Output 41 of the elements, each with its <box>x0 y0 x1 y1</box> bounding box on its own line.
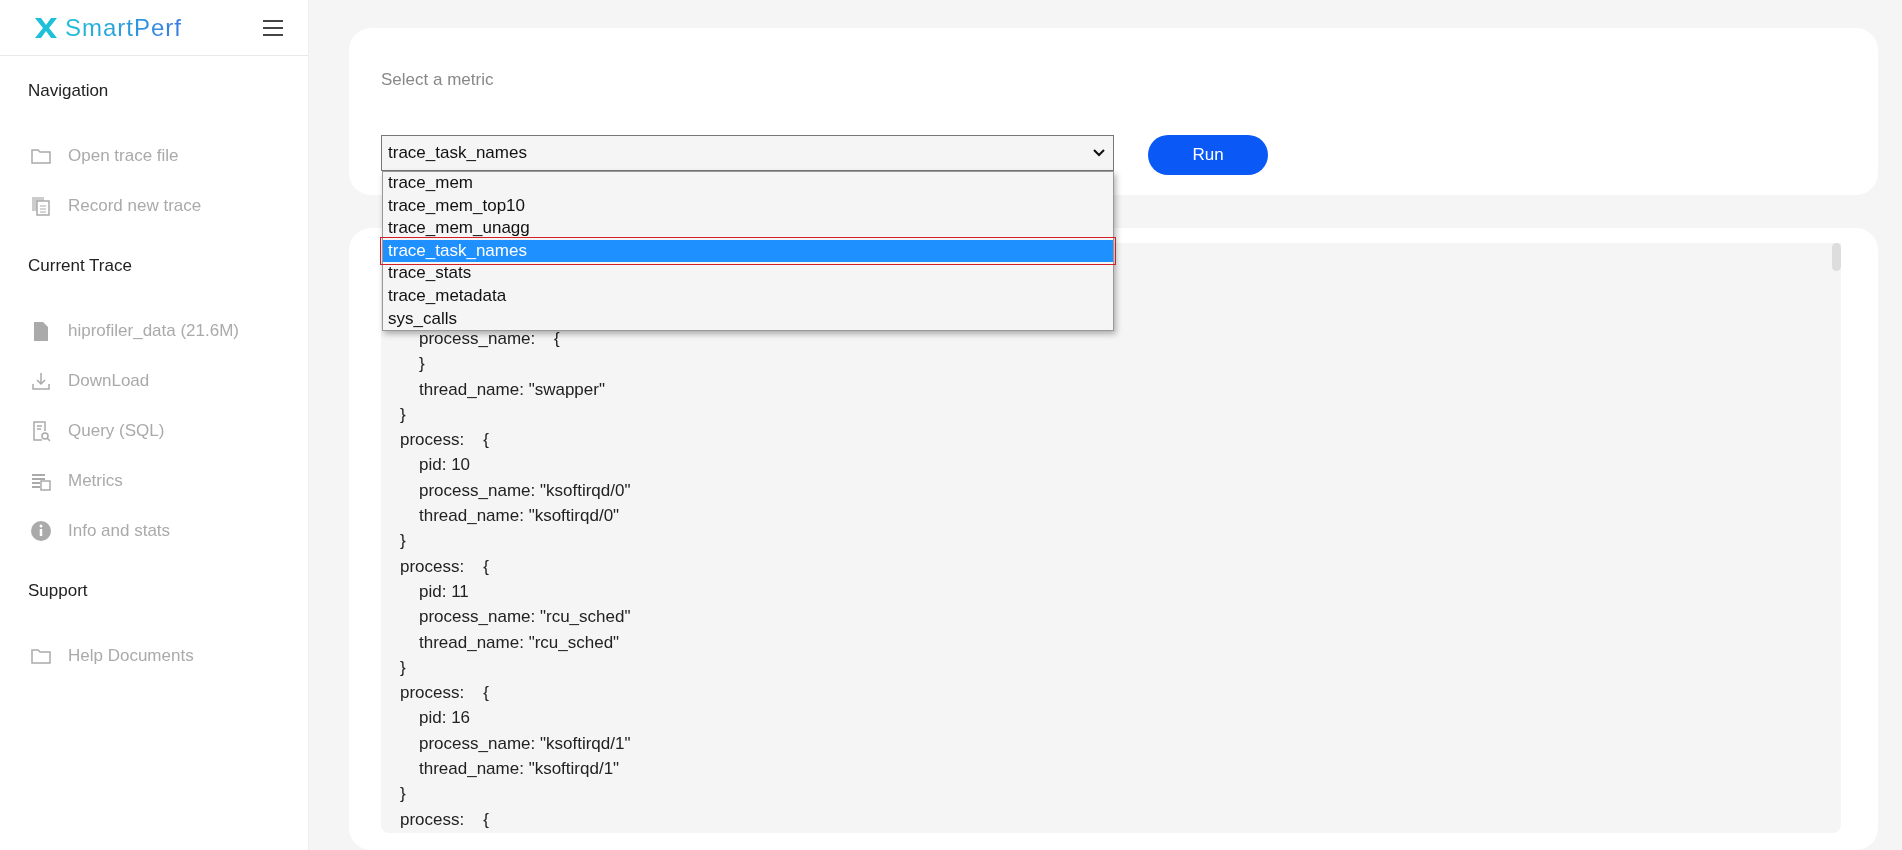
code-line: pid: 16 <box>418 707 472 730</box>
code-line: thread_name: "rcu_sched" <box>418 631 621 654</box>
code-line: } <box>399 656 407 679</box>
code-line: thread_name: "swapper" <box>418 378 606 401</box>
scrollbar-thumb[interactable] <box>1832 243 1841 271</box>
section-title: Navigation <box>27 80 110 102</box>
metric-select[interactable]: trace_task_names <box>381 135 1114 171</box>
copy-icon <box>30 195 52 217</box>
info-icon <box>30 520 52 542</box>
code-line: pid: 11 <box>418 580 470 603</box>
dropdown-option[interactable]: trace_task_names <box>383 239 1113 263</box>
dropdown-option[interactable]: trace_mem_top10 <box>383 194 1113 218</box>
code-line: thread_name: "ksoftirqd/0" <box>418 505 621 528</box>
code-line: } <box>399 403 407 426</box>
section-title: Support <box>27 580 89 602</box>
code-line: process_name: "rcu_sched" <box>418 606 632 629</box>
run-button[interactable]: Run <box>1148 135 1268 175</box>
code-line: process: { <box>399 808 490 831</box>
logo-icon <box>33 15 59 40</box>
code-line: thread_name: "ksoftirqd/1" <box>418 758 621 781</box>
dropdown-option[interactable]: trace_stats <box>383 262 1113 285</box>
metric-label: Select a metric <box>381 70 495 90</box>
code-line: } <box>399 530 407 553</box>
menu-icon[interactable] <box>262 18 284 37</box>
query-icon <box>30 420 52 442</box>
code-line: process_name: { <box>418 328 561 350</box>
download-icon <box>30 370 52 392</box>
code-line: } <box>399 783 407 806</box>
code-line: process: { <box>399 555 490 578</box>
dropdown-option[interactable]: trace_mem_unagg <box>383 217 1113 240</box>
chevron-icon <box>1093 149 1105 157</box>
code-line: process_name: "ksoftirqd/0" <box>418 479 632 502</box>
code-line: process: { <box>399 682 490 705</box>
dropdown-option[interactable]: sys_calls <box>383 307 1113 331</box>
code-line: process: { <box>399 429 490 452</box>
dropdown-option[interactable]: trace_mem <box>383 172 1113 195</box>
dropdown-option[interactable]: trace_metadata <box>383 284 1113 308</box>
code-line: pid: 10 <box>418 454 472 477</box>
code-line: process_name: "ksoftirqd/1" <box>418 732 632 755</box>
section-title: Current Trace <box>27 255 133 277</box>
code-line: } <box>418 353 426 376</box>
